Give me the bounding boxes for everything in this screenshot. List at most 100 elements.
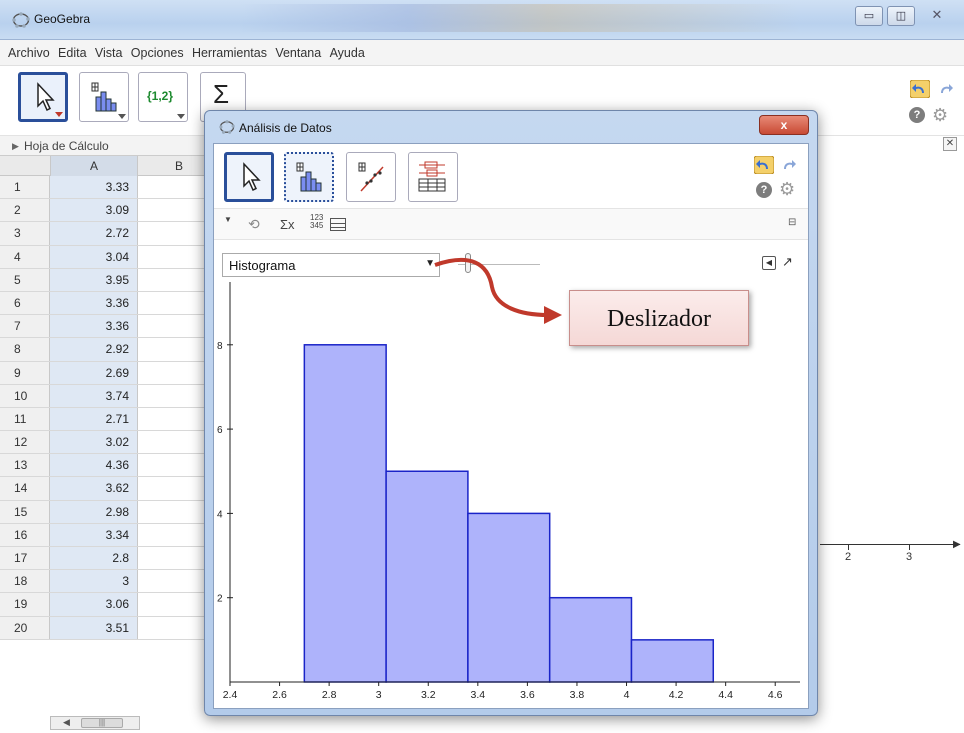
cell-a[interactable]: 2.98 — [50, 500, 138, 523]
cell-a[interactable]: 2.8 — [50, 547, 138, 570]
row-header[interactable]: 18 — [0, 570, 50, 593]
plot-type-selected: Histograma — [229, 258, 296, 273]
table-row: 1 3.33 — [0, 176, 220, 200]
options-dropdown-icon[interactable]: ▼ — [224, 215, 232, 224]
table-row: 8 2.92 — [0, 338, 220, 362]
menu-vista[interactable]: Vista — [95, 46, 123, 60]
menu-ventana[interactable]: Ventana — [275, 46, 321, 60]
cell-a[interactable]: 2.69 — [50, 361, 138, 384]
redo-icon[interactable] — [778, 156, 798, 174]
menu-ayuda[interactable]: Ayuda — [330, 46, 365, 60]
cell-a[interactable]: 3.36 — [50, 315, 138, 338]
row-header[interactable]: 17 — [0, 547, 50, 570]
row-header[interactable]: 1 — [0, 176, 50, 199]
export-icon[interactable]: ↗ — [782, 254, 798, 270]
cell-a[interactable]: 4.36 — [50, 454, 138, 477]
histogram-bar — [385, 470, 469, 683]
cell-a[interactable]: 3.04 — [50, 245, 138, 268]
row-header[interactable]: 7 — [0, 315, 50, 338]
menu-archivo[interactable]: Archivo — [8, 46, 50, 60]
row-header[interactable]: 15 — [0, 500, 50, 523]
row-header[interactable]: 11 — [0, 407, 50, 431]
row-header[interactable]: 4 — [0, 245, 50, 268]
list-tool-label: {1,2} — [147, 89, 174, 103]
dialog-regression-tool-button[interactable] — [346, 152, 396, 202]
row-header[interactable]: 13 — [0, 454, 50, 477]
table-row: 11 2.71 — [0, 407, 220, 432]
row-header[interactable]: 6 — [0, 291, 50, 315]
cell-a[interactable]: 3.95 — [50, 268, 138, 291]
plot-type-select[interactable]: Histograma ▼ — [222, 253, 440, 277]
menu-herramientas[interactable]: Herramientas — [192, 46, 267, 60]
dialog-move-tool-button[interactable] — [224, 152, 274, 202]
row-header[interactable]: 5 — [0, 268, 50, 291]
x-tick-label: 4.6 — [768, 689, 783, 701]
panel-left-icon[interactable]: ◀ — [762, 256, 776, 270]
list-tool-button[interactable]: {1,2} — [138, 72, 188, 122]
cell-a[interactable]: 3.34 — [50, 523, 138, 546]
dialog-multi-variable-tool-button[interactable] — [408, 152, 458, 202]
geogebra-window: GeoGebra ▭ ◫ ✕ Archivo Edita Vista Opcio… — [0, 0, 964, 733]
settings-gear-icon[interactable]: ⚙ — [932, 105, 948, 126]
cell-a[interactable]: 3.02 — [50, 431, 138, 454]
row-header[interactable]: 8 — [0, 338, 50, 361]
cell-a[interactable]: 2.72 — [50, 222, 138, 245]
table-row: 4 3.04 — [0, 245, 220, 269]
dialog-close-button[interactable]: x — [759, 115, 809, 135]
table-row: 19 3.06 — [0, 593, 220, 617]
cell-a[interactable]: 3.33 — [50, 176, 138, 199]
row-header[interactable]: 19 — [0, 593, 50, 616]
dialog-one-variable-tool-button[interactable] — [284, 152, 334, 202]
cell-a[interactable]: 3 — [50, 570, 138, 593]
table-row: 9 2.69 — [0, 361, 220, 385]
settings-gear-icon[interactable]: ⚙ — [779, 179, 795, 200]
cell-a[interactable]: 3.36 — [50, 291, 138, 315]
cell-a[interactable]: 2.92 — [50, 338, 138, 361]
column-header-a[interactable]: A — [50, 156, 138, 176]
undo-icon[interactable] — [910, 80, 930, 98]
row-header[interactable]: 16 — [0, 523, 50, 546]
row-header[interactable]: 3 — [0, 222, 50, 245]
minimize-button[interactable]: ▭ — [855, 6, 883, 26]
data-toggle-button[interactable]: 123 345 — [310, 214, 323, 230]
cell-a[interactable]: 3.09 — [50, 199, 138, 222]
row-header[interactable]: 10 — [0, 384, 50, 407]
cell-a[interactable]: 3.51 — [50, 616, 138, 639]
collapse-panel-icon[interactable]: ⊟ — [788, 217, 796, 228]
menu-edita[interactable]: Edita — [58, 46, 87, 60]
redo-icon[interactable] — [935, 80, 955, 98]
close-graphics-view-button[interactable]: ✕ — [943, 137, 957, 151]
statistics-toggle-button[interactable]: Σx — [280, 217, 295, 232]
close-window-button[interactable]: ✕ — [921, 6, 953, 26]
maximize-button[interactable]: ◫ — [887, 6, 915, 26]
dialog-toolbar: ? ⚙ — [214, 144, 808, 208]
cell-a[interactable]: 3.06 — [50, 593, 138, 616]
table-row: 3 2.72 — [0, 222, 220, 246]
horizontal-scrollbar[interactable]: ◀ ||| — [50, 716, 140, 730]
move-tool-button[interactable] — [18, 72, 68, 122]
cell-a[interactable]: 2.71 — [50, 407, 138, 431]
row-header[interactable]: 14 — [0, 477, 50, 500]
collapse-triangle-icon[interactable]: ▶ — [12, 141, 19, 152]
swap-variables-icon[interactable]: ⟲ — [248, 216, 260, 233]
x-tick-label: 2.8 — [322, 689, 337, 701]
table-row: 17 2.8 — [0, 547, 220, 571]
data-analysis-dialog: Análisis de Datos x ? ⚙ ▼ ⟲ Σx 123 345 ⊟… — [204, 110, 818, 716]
cell-a[interactable]: 3.62 — [50, 477, 138, 500]
row-header[interactable]: 20 — [0, 616, 50, 639]
scrollbar-thumb[interactable]: ||| — [81, 718, 123, 728]
row-header[interactable]: 12 — [0, 431, 50, 454]
analysis-tool-button[interactable] — [79, 72, 129, 122]
menu-opciones[interactable]: Opciones — [131, 46, 184, 60]
undo-icon[interactable] — [754, 156, 774, 174]
table-row: 18 3 — [0, 570, 220, 594]
scroll-left-icon[interactable]: ◀ — [63, 717, 70, 728]
help-icon[interactable]: ? — [909, 107, 925, 123]
help-icon[interactable]: ? — [756, 182, 772, 198]
table-layout-icon[interactable] — [330, 218, 346, 231]
row-header[interactable]: 9 — [0, 361, 50, 384]
cell-a[interactable]: 3.74 — [50, 384, 138, 407]
table-row: 5 3.95 — [0, 268, 220, 292]
row-header[interactable]: 2 — [0, 199, 50, 222]
submenu-indicator-icon — [118, 114, 126, 119]
